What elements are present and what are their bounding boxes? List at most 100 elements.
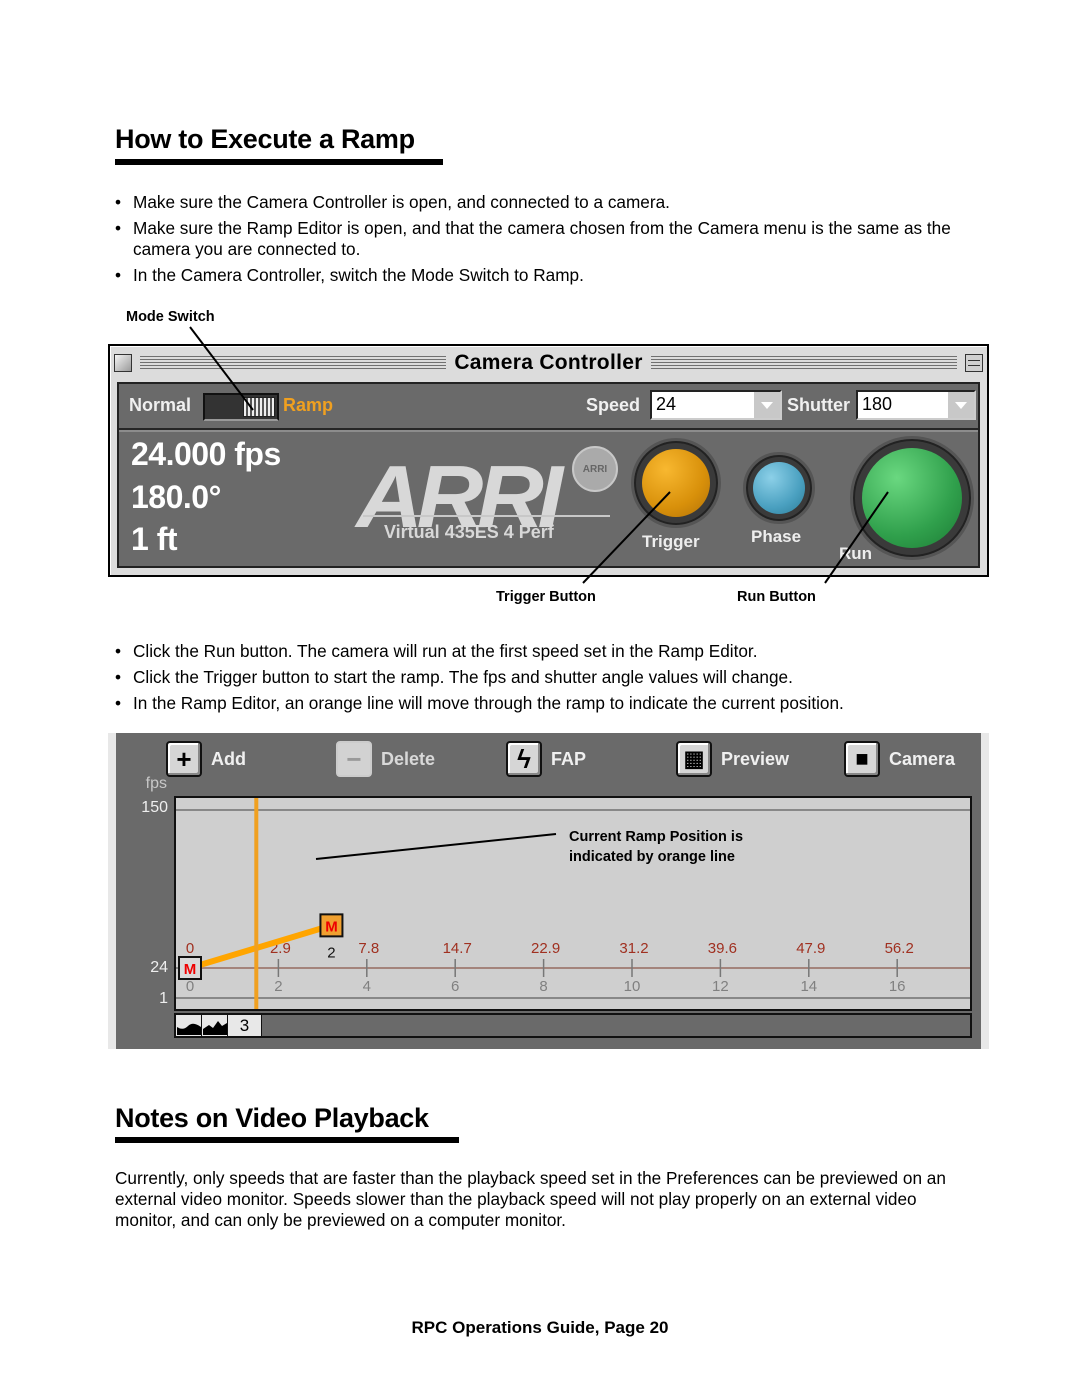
keyframe-marker-label: M <box>184 961 197 978</box>
page-footer: RPC Operations Guide, Page 20 <box>411 1318 669 1337</box>
trigger-button-ball[interactable] <box>642 449 710 517</box>
keyframe-index: 2 <box>327 944 335 961</box>
camera-label: Camera <box>889 748 956 769</box>
add-label: Add <box>211 748 246 769</box>
bullet-glyph: • <box>115 693 122 713</box>
bullet-glyph: • <box>115 192 122 212</box>
fap-label: FAP <box>551 748 587 769</box>
y-axis-title: fps <box>145 775 167 792</box>
speed-value[interactable]: 24 <box>656 394 676 414</box>
film-strip-icon[interactable]: ▦ <box>676 741 712 777</box>
footage-readout: 1 ft <box>131 521 178 557</box>
preview-label: Preview <box>721 748 790 769</box>
fps-readout: 24.000 fps <box>131 436 281 472</box>
video-camera-icon[interactable]: ■ <box>844 741 880 777</box>
callout-trigger-button: Trigger Button <box>496 589 596 605</box>
bullet-glyph: • <box>115 667 122 687</box>
preview-button[interactable]: ▦ Preview <box>676 741 789 777</box>
shutter-value[interactable]: 180 <box>862 394 892 414</box>
run-label: Run <box>839 544 873 563</box>
section-heading-video-playback: Notes on Video Playback <box>115 1103 429 1133</box>
heading-underline <box>115 1137 459 1143</box>
callout-current-position: Current Ramp Position is indicated by or… <box>569 829 744 865</box>
minus-icon[interactable]: − <box>336 741 372 777</box>
bullet-list-after: • Click the Run button. The camera will r… <box>115 641 965 719</box>
run-button-ball[interactable] <box>862 448 962 548</box>
video-playback-paragraph: Currently, only speeds that are faster t… <box>115 1168 946 1230</box>
delete-label: Delete <box>381 748 436 769</box>
frame-label: 22.9 <box>531 940 560 957</box>
ramp-series-line <box>189 922 333 971</box>
x-tick-label: 2 <box>274 978 282 995</box>
trigger-label: Trigger <box>642 532 700 551</box>
bullet-glyph: • <box>115 265 122 285</box>
shutter-combo[interactable]: 180 <box>856 390 976 420</box>
logo-rule <box>363 515 610 517</box>
curve-peaks-icon[interactable] <box>202 1015 228 1036</box>
x-tick-label: 0 <box>186 978 194 995</box>
lightning-icon[interactable]: ϟ <box>506 741 542 777</box>
bullet-item: • Click the Trigger button to start the r… <box>115 667 793 687</box>
speed-combo[interactable]: 24 <box>650 390 782 420</box>
run-button[interactable] <box>850 436 974 560</box>
mode-switch-knob[interactable] <box>243 397 275 417</box>
shutter-readout: 180.0° <box>131 479 221 515</box>
fap-button[interactable]: ϟ FAP <box>506 741 586 777</box>
phase-button-ball[interactable] <box>753 462 805 514</box>
frame-label: 31.2 <box>619 940 648 957</box>
chevron-down-icon[interactable] <box>948 392 974 418</box>
bullet-item: • In the Camera Controller, switch the Mo… <box>115 265 584 285</box>
add-button[interactable]: + Add <box>166 741 246 777</box>
frame-label: 39.6 <box>708 940 737 957</box>
window-title: Camera Controller <box>454 351 643 374</box>
section-heading-execute-ramp: How to Execute a Ramp <box>115 124 415 154</box>
close-box-icon[interactable] <box>114 354 132 372</box>
plus-icon[interactable]: + <box>166 741 202 777</box>
y-tick-label: 24 <box>150 959 168 976</box>
x-tick-label: 12 <box>712 978 729 995</box>
trigger-button[interactable] <box>631 438 721 528</box>
chevron-down-icon[interactable] <box>754 392 780 418</box>
callout-mode-switch: Mode Switch <box>126 309 215 325</box>
bullet-list-before: • Make sure the Camera Controller is open… <box>115 192 965 291</box>
title-stripes <box>650 355 958 371</box>
x-tick-label: 8 <box>539 978 547 995</box>
zoom-box-icon[interactable] <box>965 354 984 372</box>
bullet-item: • Make sure the Ramp Editor is open, and … <box>115 218 951 259</box>
heading-underline <box>115 159 443 165</box>
camera-button[interactable]: ■ Camera <box>844 741 955 777</box>
y-tick-label: 1 <box>159 990 168 1007</box>
x-tick-label: 16 <box>889 978 906 995</box>
title-bar[interactable]: Camera Controller <box>114 350 984 376</box>
speed-label: Speed <box>586 395 641 415</box>
mode-switch[interactable] <box>203 393 279 421</box>
ramp-bottom-strip: 3 <box>174 1013 972 1038</box>
y-tick-label: 150 <box>141 799 168 816</box>
camera-controller-window: Camera Controller Normal Ramp Speed 24 S… <box>108 344 989 577</box>
camera-model: Virtual 435ES 4 Perf <box>384 522 554 542</box>
x-tick-label: 4 <box>363 978 371 995</box>
controller-panel: Normal Ramp Speed 24 Shutter 180 24.000 … <box>117 382 980 568</box>
phase-label: Phase <box>751 527 802 546</box>
mode-normal-label: Normal <box>129 395 192 415</box>
x-tick-label: 6 <box>451 978 459 995</box>
mode-ramp-label: Ramp <box>283 395 334 415</box>
bullet-item: • Click the Run button. The camera will r… <box>115 641 758 661</box>
keyframe-marker-label: M <box>325 918 338 935</box>
controller-top-bar: Normal Ramp Speed 24 Shutter 180 <box>119 384 978 430</box>
frame-label: 14.7 <box>443 940 472 957</box>
strip-value[interactable]: 3 <box>228 1015 262 1036</box>
x-tick-label: 14 <box>800 978 817 995</box>
bullet-glyph: • <box>115 218 122 238</box>
curve-smooth-icon[interactable] <box>176 1015 202 1036</box>
frame-label: 7.8 <box>358 940 379 957</box>
bullet-glyph: • <box>115 641 122 661</box>
shutter-label: Shutter <box>787 395 850 415</box>
phase-button[interactable] <box>743 452 815 524</box>
title-stripes <box>140 355 447 371</box>
bullet-item: • In the Ramp Editor, an orange line will… <box>115 693 844 713</box>
arri-seal-icon: ARRI <box>572 446 618 492</box>
bullet-item: • Make sure the Camera Controller is open… <box>115 192 670 212</box>
ramp-editor-panel: + Add − Delete ϟ FAP ▦ Preview ■ Camera … <box>108 733 989 1049</box>
delete-button[interactable]: − Delete <box>336 741 435 777</box>
